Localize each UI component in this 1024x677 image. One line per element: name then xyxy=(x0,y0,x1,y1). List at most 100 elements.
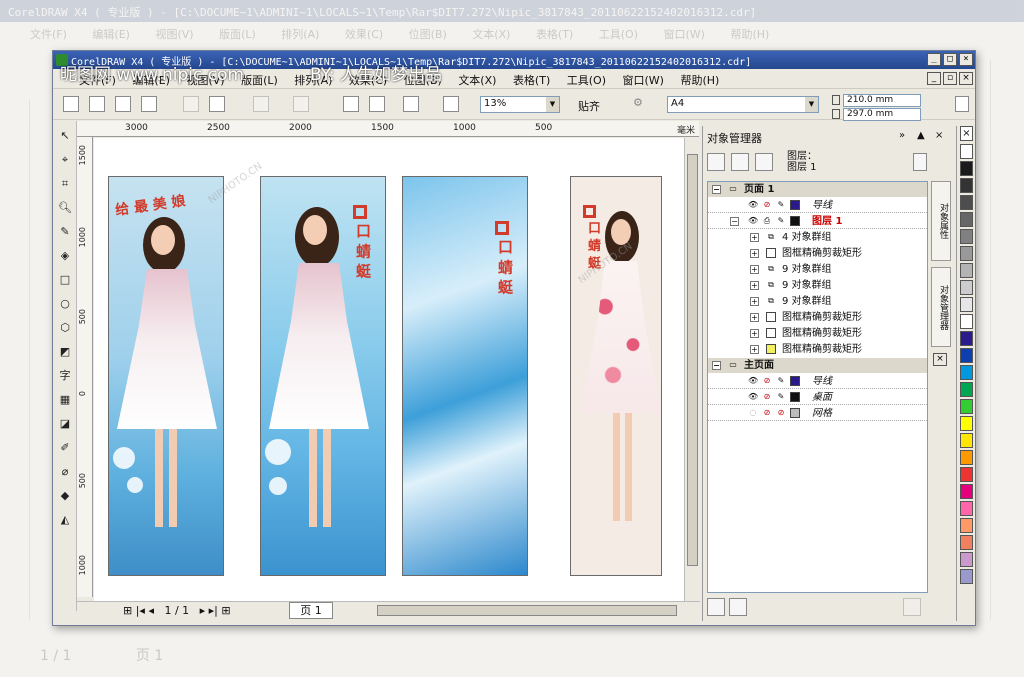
color-swatch[interactable] xyxy=(960,314,973,329)
scroll-thumb[interactable] xyxy=(377,605,677,616)
expand-icon[interactable]: + xyxy=(750,297,759,306)
color-swatch[interactable] xyxy=(960,280,973,295)
text-tool-icon[interactable]: 字 xyxy=(56,367,74,385)
eye-icon[interactable]: 👁︎ xyxy=(748,392,758,402)
design-panel-1[interactable]: 给 最 美 娘 xyxy=(108,176,224,576)
print-icon[interactable] xyxy=(141,96,157,112)
vertical-scrollbar[interactable] xyxy=(684,138,700,601)
tree-row-object[interactable]: + ⧉ 9 对象群组 xyxy=(708,278,927,293)
layer-color-swatch[interactable] xyxy=(790,392,800,402)
smart-fill-tool-icon[interactable]: ◈ xyxy=(56,247,74,265)
portrait-orientation-icon[interactable] xyxy=(955,96,969,112)
tree-row-layer[interactable]: − 👁︎ ⎙ ✎ 图层 1 xyxy=(708,214,927,229)
pick-tool-icon[interactable]: ↖ xyxy=(56,127,74,145)
color-swatch[interactable] xyxy=(960,501,973,516)
polygon-tool-icon[interactable]: ⬡ xyxy=(56,319,74,337)
menu-text[interactable]: 文本(X) xyxy=(458,72,496,88)
page-tab[interactable]: 页 1 xyxy=(289,602,333,619)
color-swatch[interactable] xyxy=(960,552,973,567)
redo-icon[interactable] xyxy=(293,96,309,112)
design-panel-3[interactable]: 口 蜻 蜓 xyxy=(402,176,528,576)
page-size-select[interactable]: A4 ▼ xyxy=(667,96,819,113)
snap-to-button[interactable]: 贴齐 xyxy=(578,98,600,114)
color-swatch[interactable] xyxy=(960,297,973,312)
print-disabled-icon[interactable]: ⊘ xyxy=(762,392,772,402)
show-properties-icon[interactable] xyxy=(707,153,725,171)
color-swatch[interactable] xyxy=(960,348,973,363)
welcome-screen-icon[interactable] xyxy=(443,96,459,112)
new-master-layer-icon[interactable] xyxy=(729,598,747,616)
color-swatch[interactable] xyxy=(960,484,973,499)
drawing-canvas[interactable]: 给 最 美 娘 口 蜻 蜓 口 蜻 蜓 口 蜻 蜓 NIPHOTO.CN NIP… xyxy=(94,138,684,601)
page-width-field[interactable]: 210.0 mm xyxy=(843,94,921,107)
color-swatch[interactable] xyxy=(960,212,973,227)
maximize-button[interactable]: □ xyxy=(943,53,957,66)
color-swatch[interactable] xyxy=(960,161,973,176)
collapse-icon[interactable]: − xyxy=(712,185,721,194)
options-icon[interactable]: ⚙ xyxy=(633,96,649,112)
collapse-up-icon[interactable]: ▲ xyxy=(917,130,925,141)
interactive-blend-tool-icon[interactable]: ◪ xyxy=(56,415,74,433)
minimize-button[interactable]: _ xyxy=(927,53,941,66)
tree-row-object[interactable]: + ⧉ 4 对象群组 xyxy=(708,230,927,245)
pencil-icon[interactable]: ✎ xyxy=(776,200,786,210)
eye-icon[interactable]: 👁︎ xyxy=(748,376,758,386)
close-tab-icon[interactable]: × xyxy=(933,353,947,366)
design-panel-4[interactable]: 口 蜻 蜓 xyxy=(570,176,662,576)
layer-color-swatch[interactable] xyxy=(790,216,800,226)
lock-icon[interactable]: ⊘ xyxy=(776,408,786,418)
expand-icon[interactable]: + xyxy=(750,345,759,354)
export-icon[interactable] xyxy=(369,96,385,112)
doc-minimize-button[interactable]: _ xyxy=(927,72,941,85)
menu-layout[interactable]: 版面(L) xyxy=(241,72,278,88)
horizontal-scrollbar[interactable]: ⊞ |◂ ◂ 1 / 1 ▸ ▸| ⊞ 页 1 xyxy=(77,601,700,619)
tree-row-layer[interactable]: ◌ ⊘ ⊘ 网格 xyxy=(708,406,927,421)
flyout-arrow-icon[interactable] xyxy=(913,153,927,171)
expand-icon[interactable]: + xyxy=(750,265,759,274)
tree-row-object[interactable]: + 图框精确剪裁矩形 xyxy=(708,326,927,341)
eye-icon[interactable]: 👁︎ xyxy=(748,216,758,226)
close-icon[interactable]: × xyxy=(935,130,943,141)
rectangle-tool-icon[interactable]: □ xyxy=(56,271,74,289)
crop-tool-icon[interactable]: ⌗ xyxy=(56,175,74,193)
expand-icon[interactable]: + xyxy=(750,233,759,242)
dropdown-arrow-icon[interactable]: ▼ xyxy=(546,97,559,112)
interactive-fill-tool-icon[interactable]: ◭ xyxy=(56,511,74,529)
tab-object-manager[interactable]: 对象管理器 xyxy=(931,267,951,347)
application-launcher-icon[interactable] xyxy=(403,96,419,112)
layer-color-swatch[interactable] xyxy=(790,408,800,418)
tab-object-properties[interactable]: 对象属性 xyxy=(931,181,951,261)
new-document-icon[interactable] xyxy=(63,96,79,112)
page-navigator[interactable]: ⊞ |◂ ◂ 1 / 1 ▸ ▸| ⊞ xyxy=(123,604,231,617)
color-swatch[interactable] xyxy=(960,195,973,210)
layer-manager-view-icon[interactable] xyxy=(755,153,773,171)
tree-row-layer[interactable]: 👁︎ ⊘ ✎ 导线 xyxy=(708,198,927,213)
tree-row-object[interactable]: + ⧉ 9 对象群组 xyxy=(708,262,927,277)
tree-row-object[interactable]: + 图框精确剪裁矩形 xyxy=(708,310,927,325)
tree-row-page[interactable]: − ▭ 页面 1 xyxy=(708,182,927,197)
color-swatch[interactable] xyxy=(960,518,973,533)
tree-row-object[interactable]: + 图框精确剪裁矩形 xyxy=(708,342,927,357)
eyedropper-tool-icon[interactable]: ✐ xyxy=(56,439,74,457)
color-swatch[interactable] xyxy=(960,382,973,397)
import-icon[interactable] xyxy=(343,96,359,112)
close-button[interactable]: × xyxy=(959,53,973,66)
color-swatch[interactable] xyxy=(960,144,973,159)
expand-icon[interactable]: + xyxy=(750,313,759,322)
color-swatch[interactable] xyxy=(960,416,973,431)
color-swatch[interactable] xyxy=(960,246,973,261)
eye-hidden-icon[interactable]: ◌ xyxy=(748,408,758,418)
color-swatch[interactable] xyxy=(960,263,973,278)
color-swatch[interactable] xyxy=(960,229,973,244)
color-swatch[interactable] xyxy=(960,399,973,414)
tree-row-layer[interactable]: 👁︎ ⊘ ✎ 导线 xyxy=(708,374,927,389)
print-disabled-icon[interactable]: ⊘ xyxy=(762,200,772,210)
color-swatch[interactable] xyxy=(960,467,973,482)
print-disabled-icon[interactable]: ⊘ xyxy=(762,408,772,418)
save-icon[interactable] xyxy=(115,96,131,112)
zoom-level-select[interactable]: 13% ▼ xyxy=(480,96,560,113)
color-swatch[interactable] xyxy=(960,331,973,346)
page-height-field[interactable]: 297.0 mm xyxy=(843,108,921,121)
cut-icon[interactable] xyxy=(183,96,199,112)
tree-row-object[interactable]: + ⧉ 9 对象群组 xyxy=(708,294,927,309)
